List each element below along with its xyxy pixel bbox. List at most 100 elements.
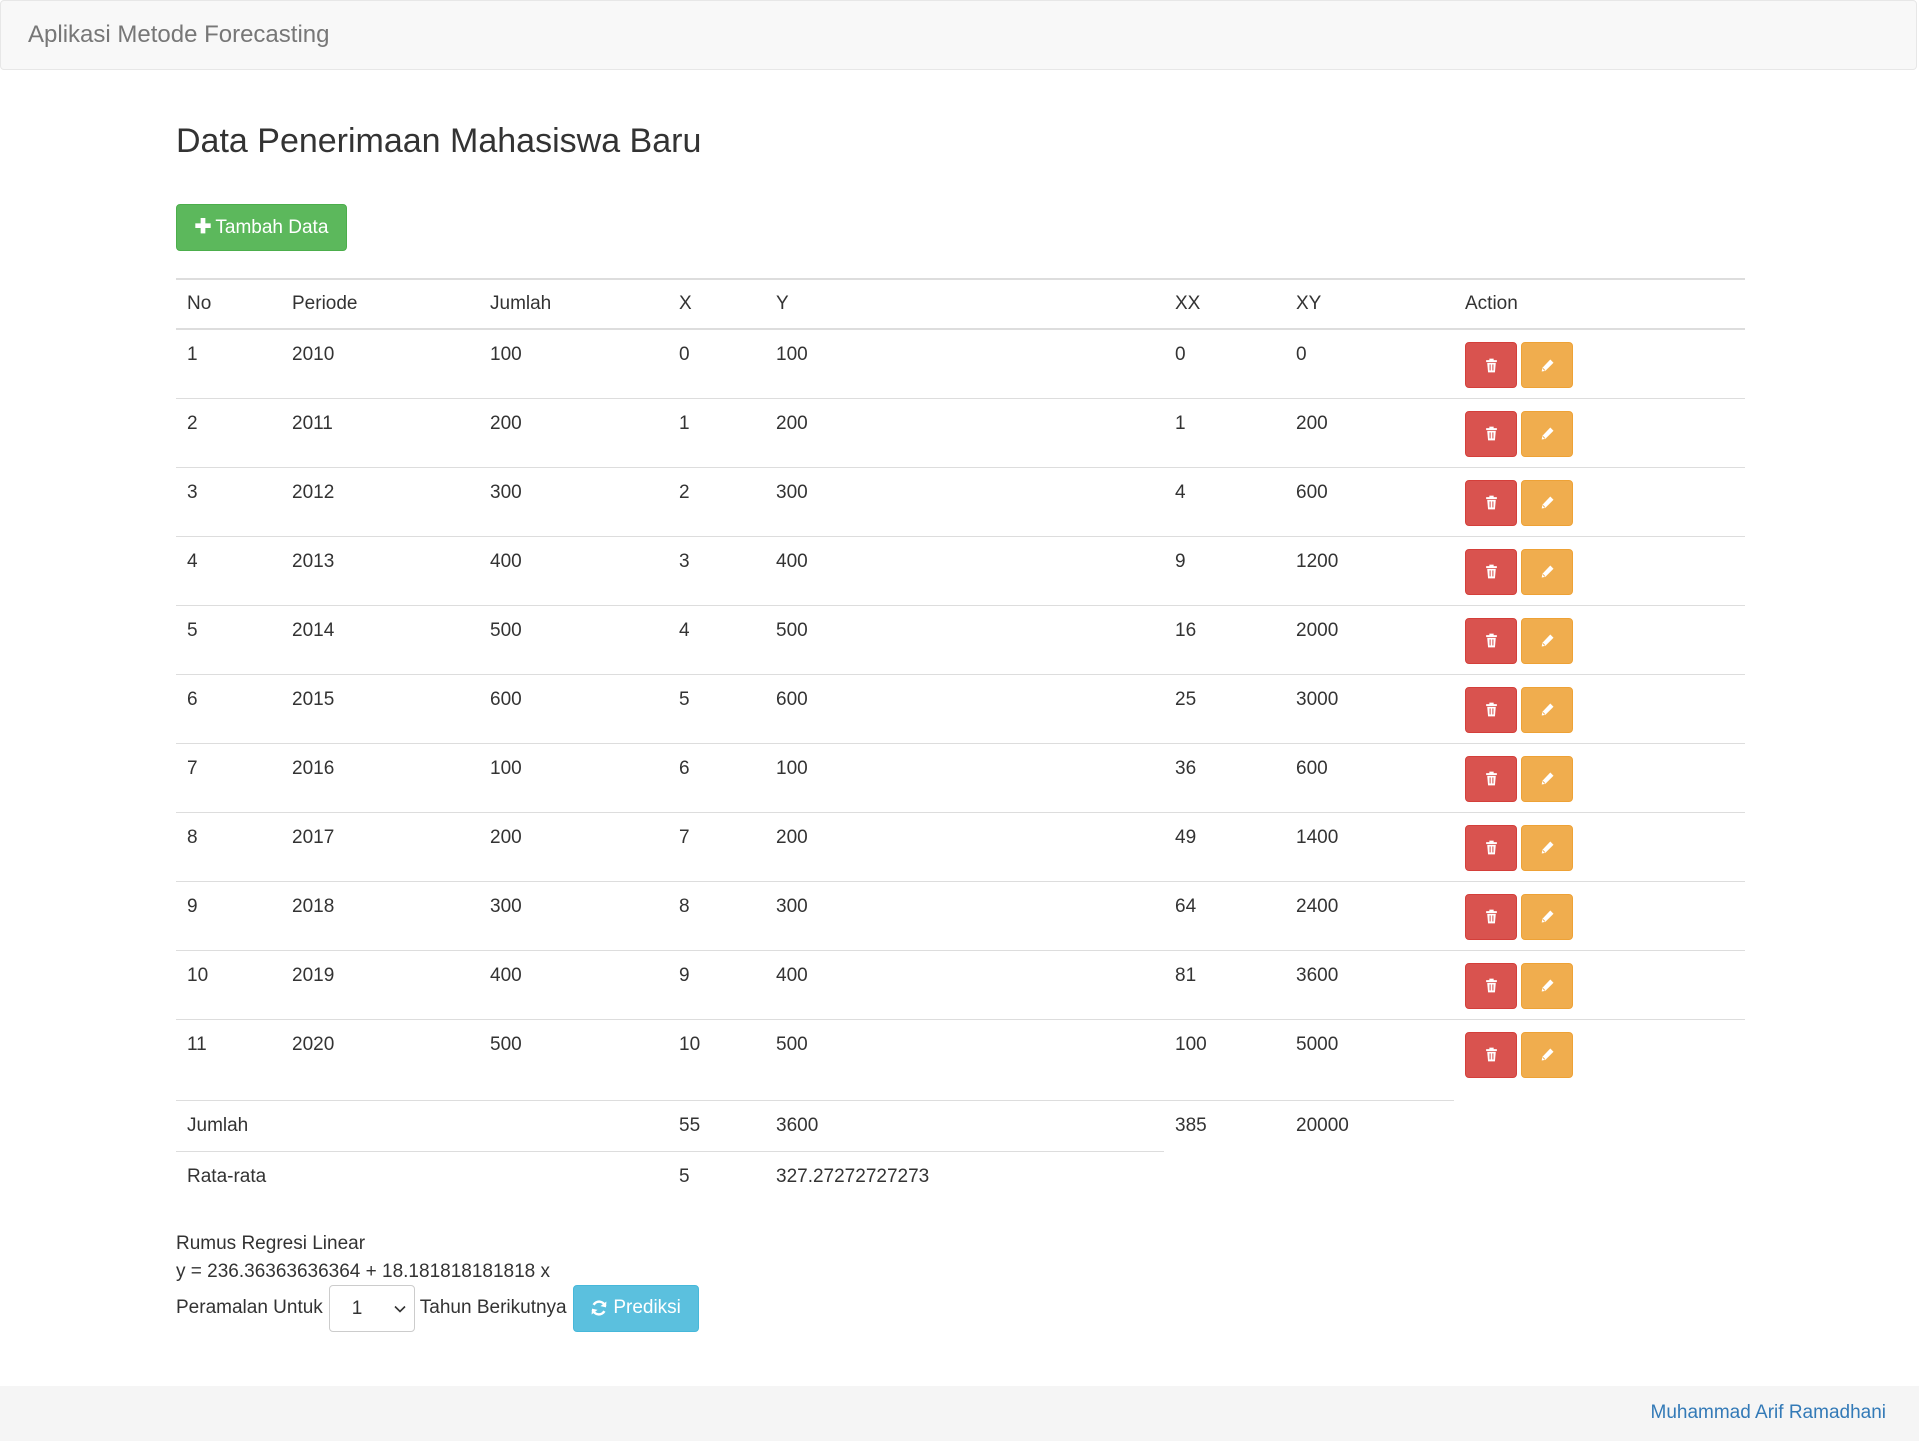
cell-xx: 16 (1164, 604, 1285, 674)
trash-icon (1484, 909, 1499, 924)
cell-jumlah: 200 (479, 397, 668, 467)
regression-formula: Rumus Regresi Linear y = 236.36363636364… (176, 1230, 550, 1286)
trash-icon (1484, 1047, 1499, 1062)
cell-x: 3 (668, 535, 765, 605)
column-header: Y (765, 278, 1164, 330)
edit-button[interactable] (1521, 893, 1573, 940)
cell-periode: 2010 (292, 344, 335, 365)
edit-button[interactable] (1521, 548, 1573, 595)
summary-total-xx: 385 (1164, 1100, 1285, 1152)
pencil-icon (1540, 840, 1555, 855)
cell-y: 300 (765, 880, 1164, 950)
delete-button[interactable] (1465, 962, 1517, 1009)
cell-xy: 3000 (1285, 673, 1454, 743)
cell-periode: 2019 (281, 949, 479, 1019)
navbar-brand[interactable]: Aplikasi Metode Forecasting (28, 21, 329, 49)
formula-equation: y = 236.36363636364 + 18.181818181818 x (176, 1261, 551, 1282)
cell-xy: 200 (1285, 397, 1454, 467)
pencil-icon (1540, 426, 1555, 441)
cell-y: 100 (776, 344, 808, 365)
delete-button[interactable] (1465, 342, 1517, 388)
delete-button[interactable] (1465, 479, 1517, 526)
pencil-icon (1540, 564, 1555, 579)
delete-button[interactable] (1465, 755, 1517, 802)
delete-button[interactable] (1465, 824, 1517, 871)
cell-y: 200 (765, 811, 1164, 881)
cell-periode: 2011 (281, 397, 479, 467)
table-row: 6 2015 600 5 600 25 3000 (176, 673, 1745, 743)
cell-y: 100 (765, 742, 1164, 812)
pencil-icon (1540, 771, 1555, 786)
table-row: 4 2013 400 3 400 9 1200 (176, 535, 1745, 605)
edit-button[interactable] (1521, 617, 1573, 664)
column-header: Action (1454, 278, 1745, 330)
years-select[interactable]: 1 (328, 1284, 415, 1332)
prediction-prefix-label: Peramalan Untuk (176, 1297, 323, 1318)
cell-xx: 25 (1164, 673, 1285, 743)
pencil-icon (1540, 702, 1555, 717)
delete-button[interactable] (1465, 548, 1517, 595)
cell-y: 400 (765, 949, 1164, 1019)
summary-average-label: Rata-rata (176, 1151, 668, 1203)
predict-button[interactable]: Prediksi (572, 1284, 699, 1332)
cell-action (1454, 604, 1745, 674)
cell-periode: 2020 (281, 1018, 479, 1088)
cell-no: 11 (176, 1018, 281, 1088)
edit-button[interactable] (1521, 410, 1573, 457)
cell-action (1454, 742, 1745, 812)
delete-button[interactable] (1465, 1031, 1517, 1078)
cell-jumlah: 500 (479, 1018, 668, 1088)
cell-xy: 600 (1285, 466, 1454, 536)
cell-xx: 9 (1164, 535, 1285, 605)
edit-button[interactable] (1521, 686, 1573, 733)
cell-x: 1 (668, 397, 765, 467)
cell-y: 500 (765, 1018, 1164, 1088)
table-row: 5 2014 500 4 500 16 2000 (176, 604, 1745, 674)
cell-y: 300 (765, 466, 1164, 536)
pencil-icon (1540, 1047, 1555, 1062)
footer-author-link[interactable]: Muhammad Arif Ramadhani (1651, 1402, 1887, 1424)
cell-no: 7 (176, 742, 281, 812)
cell-periode: 2012 (281, 466, 479, 536)
cell-xx: 0 (1175, 344, 1186, 365)
cell-xx: 36 (1164, 742, 1285, 812)
summary-total-y: 3600 (765, 1100, 1164, 1152)
delete-button[interactable] (1465, 410, 1517, 457)
cell-no: 2 (176, 397, 281, 467)
edit-button[interactable] (1521, 962, 1573, 1009)
cell-jumlah: 300 (479, 466, 668, 536)
cell-x: 0 (679, 344, 690, 365)
cell-action (1454, 880, 1745, 950)
cell-jumlah: 100 (490, 344, 522, 365)
edit-button[interactable] (1521, 342, 1573, 388)
add-data-button[interactable]: ✚ Tambah Data (176, 204, 347, 251)
delete-button[interactable] (1465, 893, 1517, 940)
edit-button[interactable] (1521, 824, 1573, 871)
delete-button[interactable] (1465, 686, 1517, 733)
cell-action (1454, 329, 1745, 398)
column-header: Periode (281, 278, 479, 330)
cell-y: 200 (765, 397, 1164, 467)
edit-button[interactable] (1521, 1031, 1573, 1078)
edit-button[interactable] (1521, 755, 1573, 802)
pencil-icon (1540, 978, 1555, 993)
table-row: 3 2012 300 2 300 4 600 (176, 466, 1745, 536)
cell-xy: 5000 (1285, 1018, 1454, 1088)
cell-xx: 100 (1164, 1018, 1285, 1088)
edit-button[interactable] (1521, 479, 1573, 526)
cell-jumlah: 600 (479, 673, 668, 743)
trash-icon (1484, 426, 1499, 441)
cell-periode: 2016 (281, 742, 479, 812)
delete-button[interactable] (1465, 617, 1517, 664)
cell-action (1454, 811, 1745, 881)
cell-x: 4 (668, 604, 765, 674)
summary-total-row: Jumlah 55 3600 385 20000 (176, 1100, 1454, 1152)
data-table: No Periode Jumlah X Y XX XY Action 1 2010… (176, 278, 1745, 1088)
column-header: No (176, 278, 281, 330)
cell-xx: 81 (1164, 949, 1285, 1019)
cell-xy: 0 (1296, 344, 1307, 365)
cell-x: 10 (668, 1018, 765, 1088)
cell-no: 4 (176, 535, 281, 605)
cell-periode: 2015 (281, 673, 479, 743)
cell-xy: 1400 (1285, 811, 1454, 881)
